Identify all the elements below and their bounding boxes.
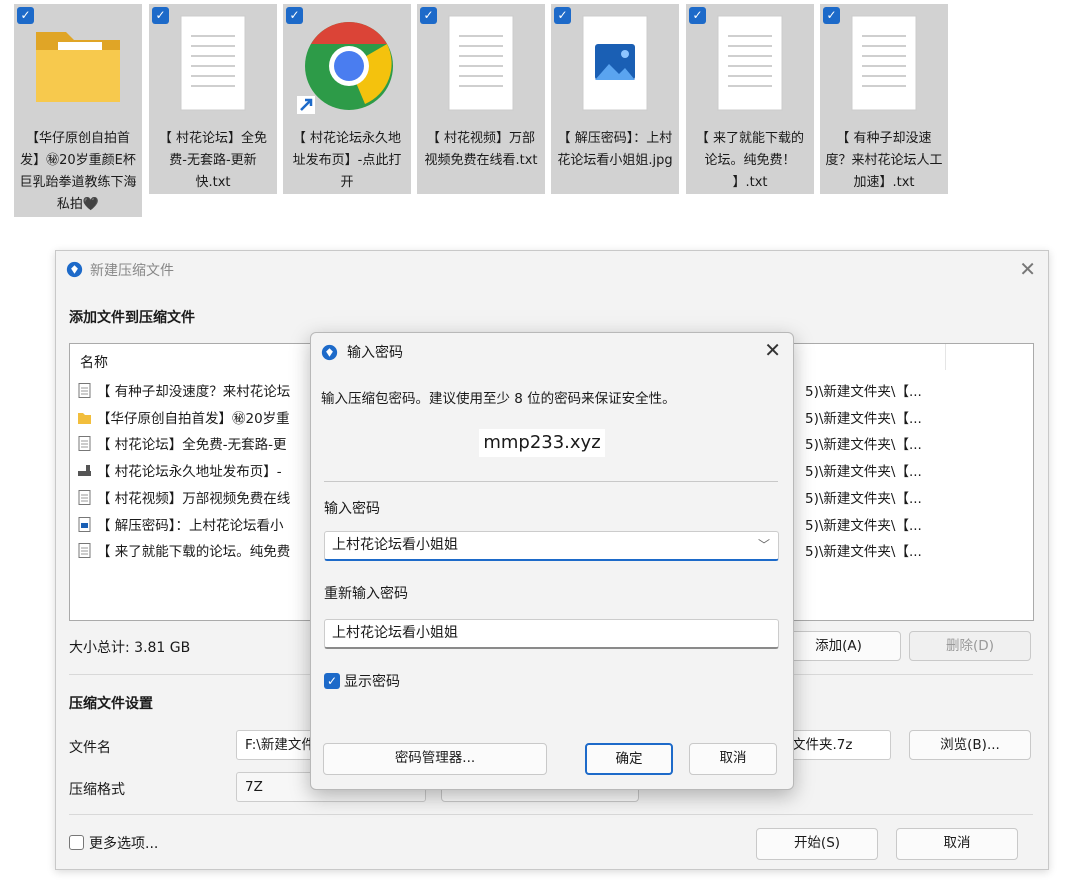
- close-icon[interactable]: ✕: [764, 338, 781, 362]
- text-file-icon: [717, 15, 783, 111]
- tile-jpg[interactable]: ✓ 【 解压密码】：上村花论坛看小姐姐.jpg: [551, 4, 679, 194]
- list-item[interactable]: 【 解压密码】：上村花论坛看小: [78, 514, 284, 534]
- list-item-name: 【 来了就能下载的论坛。纯免费: [97, 544, 291, 560]
- text-file-icon: [78, 383, 91, 398]
- show-password-checkbox[interactable]: ✓: [324, 673, 340, 689]
- list-item-path: 5)\新建文件夹\【...: [805, 411, 922, 427]
- tile-label: 【 有种子却没速度？来村花论坛人工加速】.txt: [825, 131, 943, 190]
- ok-button[interactable]: 确定: [585, 743, 673, 775]
- tile-label: 【 解压密码】：上村花论坛看小姐姐.jpg: [557, 131, 673, 168]
- tile-txt-1[interactable]: ✓ 【 村花论坛】全免费-无套路-更新快.txt: [149, 4, 277, 194]
- add-files-section-title: 添加文件到压缩文件: [69, 310, 195, 326]
- total-size: 大小总计: 3.81 GB: [69, 640, 191, 656]
- list-item-path: 5)\新建文件夹\【...: [805, 464, 922, 480]
- password-input[interactable]: 上村花论坛看小姐姐 ﹀: [324, 531, 779, 561]
- chevron-down-icon[interactable]: ﹀: [758, 532, 770, 559]
- text-file-icon: [78, 490, 91, 505]
- list-item-path: 5)\新建文件夹\【...: [805, 384, 922, 400]
- tile-label: 【 村花视频】万部视频免费在线看.txt: [424, 131, 538, 168]
- list-item-path: 5)\新建文件夹\【...: [805, 544, 922, 560]
- format-label: 压缩格式: [69, 782, 125, 798]
- list-item[interactable]: 【 村花论坛】全免费-无套路-更: [78, 433, 287, 453]
- filename-label: 文件名: [69, 740, 111, 756]
- text-file-icon: [78, 436, 91, 451]
- list-item-name: 【 有种子却没速度？来村花论坛: [97, 384, 291, 400]
- folder-icon: [78, 413, 91, 424]
- close-icon[interactable]: ✕: [1019, 257, 1036, 281]
- list-item-name: 【华仔原创自拍首发】㊙20岁重: [97, 411, 290, 427]
- text-file-icon: [448, 15, 514, 111]
- show-password-label[interactable]: 显示密码: [344, 671, 400, 691]
- text-file-icon: [78, 543, 91, 558]
- list-item-name: 【 村花视频】万部视频免费在线: [97, 491, 291, 507]
- password-cancel-button[interactable]: 取消: [689, 743, 777, 775]
- tile-txt-3[interactable]: ✓ 【 来了就能下载的论坛。纯免费！ 】.txt: [686, 4, 814, 194]
- tile-txt-4[interactable]: ✓ 【 有种子却没速度？来村花论坛人工加速】.txt: [820, 4, 948, 194]
- text-file-icon: [851, 15, 917, 111]
- more-options-label[interactable]: 更多选项...: [89, 833, 158, 853]
- list-item-path: 5)\新建文件夹\【...: [805, 518, 922, 534]
- tile-label: 【 来了就能下载的论坛。纯免费！ 】.txt: [695, 131, 805, 190]
- password-dialog-title: 输入密码: [347, 345, 403, 361]
- image-file-icon: [78, 517, 91, 532]
- list-item-name: 【 解压密码】：上村花论坛看小: [97, 518, 284, 534]
- password-value: 上村花论坛看小姐姐: [332, 537, 458, 553]
- text-file-icon: [180, 15, 246, 111]
- password-manager-button[interactable]: 密码管理器...: [323, 743, 547, 775]
- delete-button[interactable]: 删除(D): [909, 631, 1031, 661]
- app-logo-icon: [66, 261, 83, 278]
- folder-icon: [36, 32, 120, 102]
- password-hint: 输入压缩包密码。建议使用至少 8 位的密码来保证安全性。: [321, 391, 676, 407]
- repeat-password-label: 重新输入密码: [324, 586, 408, 602]
- tile-label: 【华仔原创自拍首发】㊙20岁重颜E杯巨乳跆拳道教练下海私拍🖤: [19, 131, 137, 212]
- cancel-button[interactable]: 取消: [896, 828, 1018, 860]
- list-item[interactable]: 【 有种子却没速度？来村花论坛: [78, 380, 290, 400]
- tile-label: 【 村花论坛】全免费-无套路-更新快.txt: [158, 131, 268, 190]
- list-item-name: 【 村花论坛永久地址发布页】-: [97, 464, 282, 480]
- watermark-text: mmp233.xyz: [479, 429, 605, 457]
- add-button[interactable]: 添加(A): [776, 631, 901, 661]
- chrome-shortcut-icon: [297, 22, 393, 114]
- tile-label: 【 村花论坛永久地址发布页】-点此打开: [292, 131, 402, 190]
- tile-folder[interactable]: ✓ 【华仔原创自拍首发】㊙20岁重颜E杯巨乳跆拳道教练下海私拍🖤: [14, 4, 142, 217]
- shortcut-icon: [78, 465, 91, 476]
- list-item[interactable]: 【华仔原创自拍首发】㊙20岁重: [78, 407, 290, 427]
- filename-suffix: 文件夹.7z: [792, 737, 853, 753]
- list-item[interactable]: 【 来了就能下载的论坛。纯免费: [78, 540, 290, 560]
- divider: [69, 814, 1033, 815]
- password-label: 输入密码: [324, 501, 380, 517]
- repeat-password-input[interactable]: 上村花论坛看小姐姐: [324, 619, 779, 649]
- column-header-name[interactable]: 名称: [80, 352, 108, 372]
- dialog-title: 新建压缩文件: [90, 263, 174, 279]
- more-options-checkbox[interactable]: [69, 835, 84, 850]
- divider: [324, 481, 778, 482]
- browse-button[interactable]: 浏览(B)...: [909, 730, 1031, 760]
- archive-settings-section-title: 压缩文件设置: [69, 696, 153, 712]
- list-item[interactable]: 【 村花视频】万部视频免费在线: [78, 487, 290, 507]
- filename-value: F:\新建文件: [245, 737, 315, 753]
- tile-txt-2[interactable]: ✓ 【 村花视频】万部视频免费在线看.txt: [417, 4, 545, 194]
- tile-shortcut[interactable]: ✓ 【 村花论坛永久地址发布页】-点此打开: [283, 4, 411, 194]
- image-file-icon: [582, 15, 648, 111]
- list-item-name: 【 村花论坛】全免费-无套路-更: [97, 437, 287, 453]
- list-item-path: 5)\新建文件夹\【...: [805, 491, 922, 507]
- list-item[interactable]: 【 村花论坛永久地址发布页】-: [78, 460, 282, 480]
- start-button[interactable]: 开始(S): [756, 828, 878, 860]
- app-logo-icon: [321, 344, 338, 361]
- list-item-path: 5)\新建文件夹\【...: [805, 437, 922, 453]
- password-dialog: 输入密码 ✕ 输入压缩包密码。建议使用至少 8 位的密码来保证安全性。 mmp2…: [310, 332, 794, 790]
